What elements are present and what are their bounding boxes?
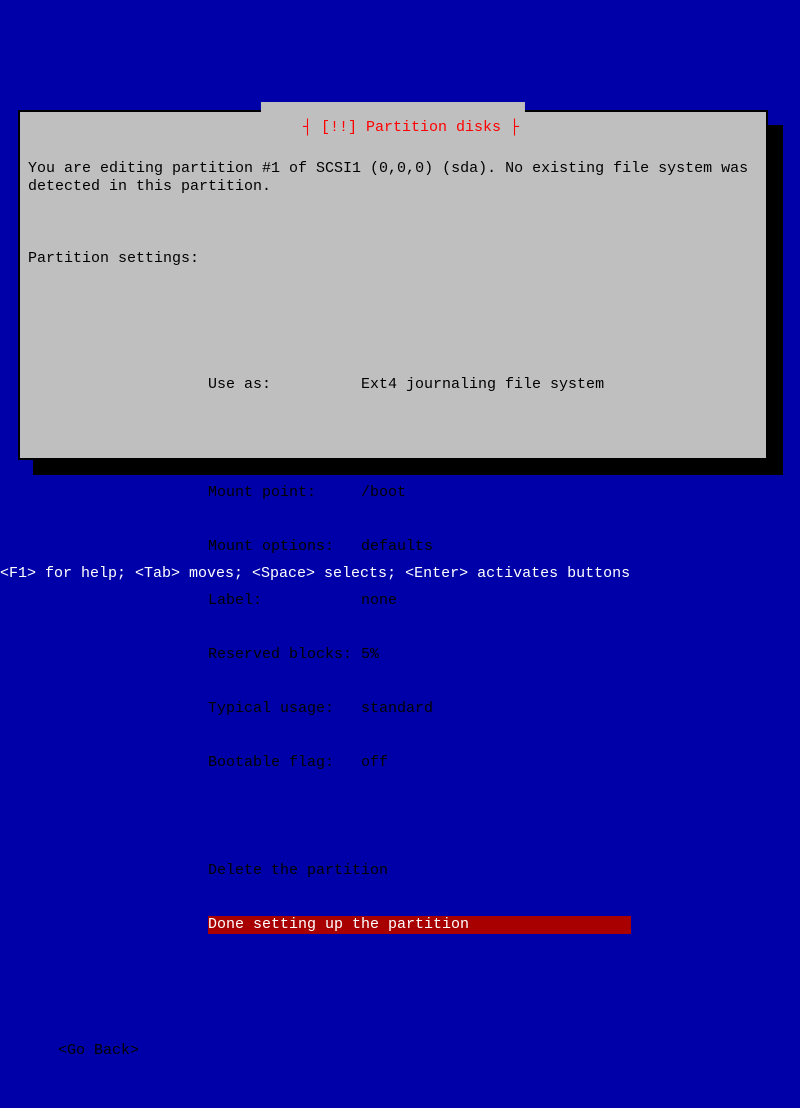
dialog-title: ┤ [!!] Partition disks ├: [261, 102, 525, 153]
title-text: [!!] Partition disks: [321, 119, 501, 136]
setting-label[interactable]: Label: none: [208, 592, 758, 610]
action-done-partition[interactable]: Done setting up the partition: [208, 916, 631, 934]
setting-bootable-flag[interactable]: Bootable flag: off: [208, 754, 758, 772]
partition-dialog: ┤ [!!] Partition disks ├ You are editing…: [18, 110, 768, 460]
intro-text: You are editing partition #1 of SCSI1 (0…: [28, 160, 758, 196]
help-bar: <F1> for help; <Tab> moves; <Space> sele…: [0, 565, 630, 582]
settings-header: Partition settings:: [28, 250, 758, 268]
setting-reserved-blocks[interactable]: Reserved blocks: 5%: [208, 646, 758, 664]
setting-mount-options[interactable]: Mount options: defaults: [208, 538, 758, 556]
title-right-bar: ├: [501, 119, 519, 136]
setting-typical-usage[interactable]: Typical usage: standard: [208, 700, 758, 718]
go-back-button[interactable]: <Go Back>: [58, 1042, 758, 1060]
setting-use-as[interactable]: Use as: Ext4 journaling file system: [208, 376, 758, 394]
setting-mount-point[interactable]: Mount point: /boot: [208, 484, 758, 502]
action-delete-partition[interactable]: Delete the partition: [208, 862, 758, 880]
title-left-bar: ┤: [303, 119, 321, 136]
